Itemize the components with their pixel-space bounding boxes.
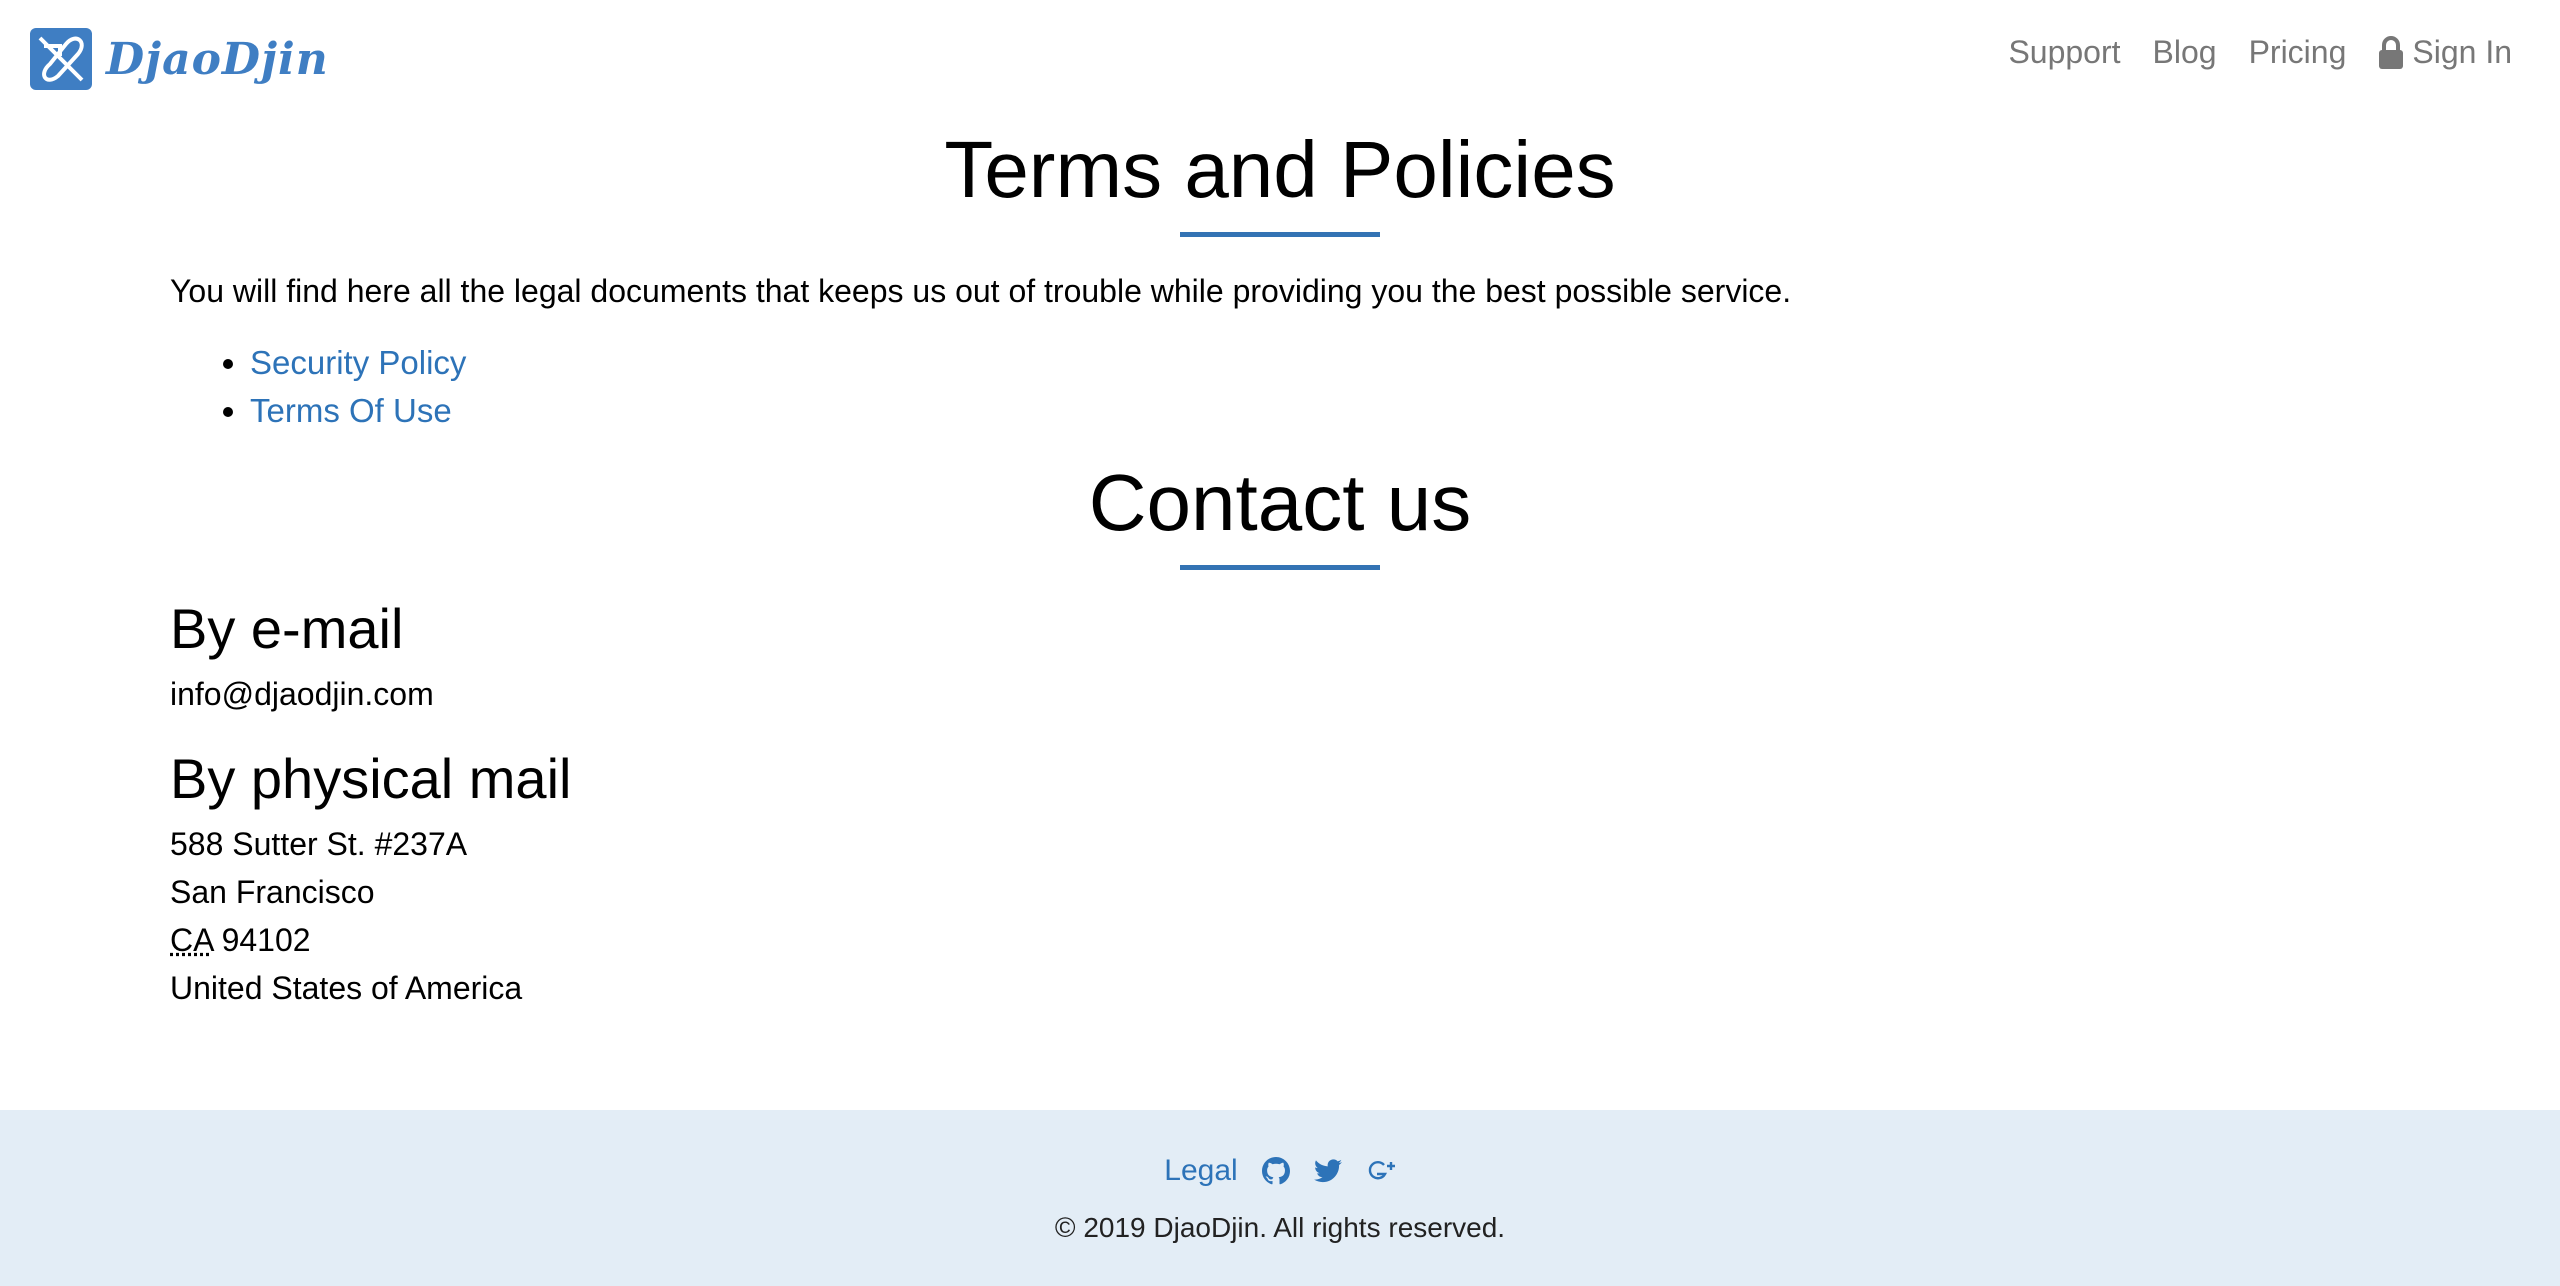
nav-signin-label: Sign In: [2412, 34, 2512, 70]
page: DjaoDjin Support Blog Pricing Sign In Te…: [0, 0, 2560, 1286]
list-item: Terms Of Use: [250, 387, 2390, 435]
github-icon[interactable]: [1261, 1157, 1290, 1185]
nav-signin-link[interactable]: Sign In: [2378, 34, 2512, 71]
djaodjin-logo-icon: [30, 28, 92, 90]
address-street: 588 Sutter St. #237A: [170, 826, 468, 862]
footer: Legal © 2019 DjaoDjin. All rights reserv…: [0, 1110, 2560, 1286]
brand-logo-link[interactable]: DjaoDjin: [30, 28, 329, 90]
nav-blog-link[interactable]: Blog: [2153, 34, 2217, 71]
contact-email: info@djaodjin.com: [170, 676, 434, 712]
security-policy-link[interactable]: Security Policy: [250, 344, 466, 381]
brand-name: DjaoDjin: [106, 33, 329, 85]
address-city: San Francisco: [170, 874, 375, 910]
physical-mail-heading: By physical mail: [170, 747, 572, 810]
terms-of-use-link[interactable]: Terms Of Use: [250, 392, 452, 429]
address-state-zip: CA 94102: [170, 916, 2390, 964]
top-nav: Support Blog Pricing Sign In: [1976, 34, 2512, 71]
address-state: CA: [170, 922, 213, 958]
address-country: United States of America: [170, 970, 523, 1006]
list-item: Security Policy: [250, 339, 2390, 387]
contact-title-underline: [1180, 565, 1380, 570]
terms-title-underline: [1180, 232, 1380, 237]
footer-legal-link[interactable]: Legal: [1164, 1154, 1237, 1188]
nav-pricing-link[interactable]: Pricing: [2249, 34, 2347, 71]
main-content: Terms and Policies You will find here al…: [170, 118, 2390, 1012]
nav-support-link[interactable]: Support: [2008, 34, 2120, 71]
footer-links: Legal: [0, 1154, 2560, 1188]
email-heading: By e-mail: [170, 597, 404, 660]
legal-documents-list: Security Policy Terms Of Use: [170, 339, 2390, 435]
postal-address: 588 Sutter St. #237A San Francisco CA 94…: [170, 820, 2390, 1012]
header: DjaoDjin Support Blog Pricing Sign In: [0, 0, 2560, 118]
terms-title: Terms and Policies: [944, 125, 1616, 214]
address-zip: 94102: [212, 922, 311, 958]
google-plus-icon[interactable]: [1366, 1157, 1396, 1185]
lock-icon: [2378, 35, 2404, 70]
footer-copyright: © 2019 DjaoDjin. All rights reserved.: [1054, 1212, 1506, 1243]
twitter-icon[interactable]: [1313, 1159, 1342, 1183]
terms-intro-text: You will find here all the legal documen…: [170, 273, 1792, 309]
contact-title: Contact us: [1088, 458, 1472, 547]
